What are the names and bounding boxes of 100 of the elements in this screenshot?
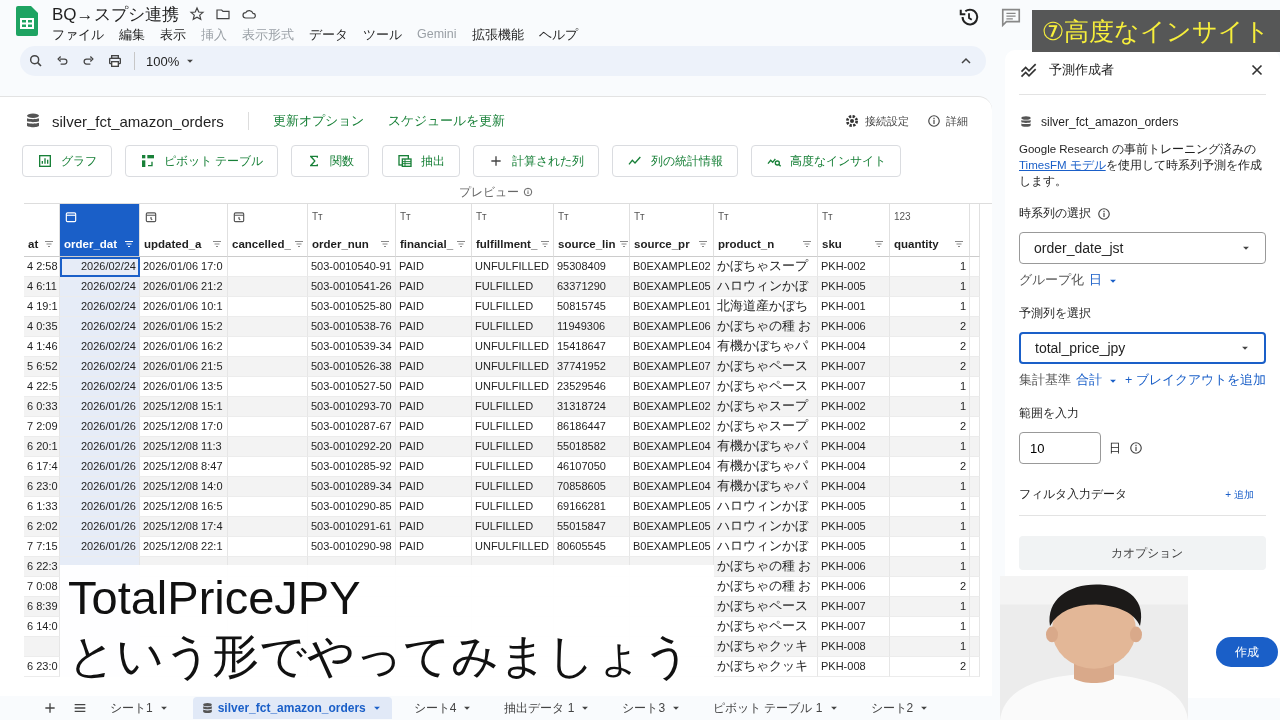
table-cell: FULFILLED bbox=[472, 517, 554, 537]
table-cell: 63371290 bbox=[554, 277, 630, 297]
star-icon bbox=[188, 6, 205, 22]
column-header[interactable]: Tт source_pr bbox=[630, 204, 714, 257]
type-label: Tт bbox=[400, 211, 411, 222]
filter-icon bbox=[455, 238, 468, 250]
table-icon bbox=[397, 153, 414, 169]
table-cell: 2026/02/24 bbox=[60, 317, 140, 337]
table-cell: PAID bbox=[396, 517, 472, 537]
connection-settings-link[interactable]: 接続設定 bbox=[865, 113, 909, 129]
refresh-link[interactable]: スケジュールを更新 bbox=[387, 112, 505, 130]
settings-icon bbox=[844, 113, 860, 129]
table-cell bbox=[970, 557, 980, 577]
table-cell: 2026/01/26 bbox=[60, 457, 140, 477]
table-cell: PKH-004 bbox=[818, 477, 890, 497]
dataset-name: silver_fct_amazon_orders bbox=[1041, 115, 1179, 129]
column-header[interactable]: 123 quantity bbox=[890, 204, 970, 257]
create-button[interactable]: 作成 bbox=[1215, 637, 1278, 667]
toolbar-button[interactable]: グラフ bbox=[22, 145, 112, 177]
zoom-select[interactable]: 100% bbox=[146, 53, 180, 69]
timesfm-link[interactable]: TimesFM モデル bbox=[1019, 159, 1106, 171]
field-label: 範囲を入力 bbox=[1019, 405, 1079, 422]
details-link[interactable]: 詳細 bbox=[946, 113, 968, 129]
table-cell: 2 bbox=[890, 317, 970, 337]
table-cell: FULFILLED bbox=[472, 437, 554, 457]
menu-item[interactable]: 拡張機能 bbox=[471, 27, 524, 44]
table-cell: 503-0010541-26 bbox=[308, 277, 396, 297]
table-cell: 2025/12/08 17:4 bbox=[140, 517, 228, 537]
unit-label: 日 bbox=[1109, 439, 1121, 457]
database-icon bbox=[24, 112, 42, 130]
menu-item[interactable]: 表示 bbox=[160, 27, 186, 44]
column-header[interactable]: Tт source_lin bbox=[554, 204, 630, 257]
add-filter-link[interactable]: + 追加 bbox=[1225, 487, 1254, 502]
sheet-tab[interactable]: シート4 bbox=[405, 697, 483, 719]
time-series-select[interactable]: order_date_jst bbox=[1019, 232, 1266, 264]
sheet-tab[interactable]: 抽出データ 1 bbox=[496, 697, 601, 719]
table-cell: 2026/01/06 21:2 bbox=[140, 277, 228, 297]
sheet-source-name: silver_fct_amazon_orders bbox=[52, 112, 224, 130]
aggregation-select[interactable]: 合計 bbox=[1076, 372, 1102, 389]
table-cell: PKH-006 bbox=[818, 557, 890, 577]
column-header[interactable]: cancelled_ bbox=[228, 204, 308, 257]
menu-item[interactable]: ヘルプ bbox=[538, 27, 578, 44]
info-icon bbox=[1097, 206, 1111, 221]
column-header[interactable]: Tт sku bbox=[818, 204, 890, 257]
type-label: Tт bbox=[718, 211, 729, 222]
sheet-tab[interactable]: シート2 bbox=[862, 697, 940, 719]
column-header[interactable]: Tт product_n bbox=[714, 204, 818, 257]
table-cell: 2026/02/24 bbox=[60, 297, 140, 317]
document-title[interactable]: BQ→スプシ連携 bbox=[52, 2, 179, 26]
table-cell bbox=[970, 477, 980, 497]
table-cell: PKH-006 bbox=[818, 317, 890, 337]
table-cell bbox=[970, 637, 980, 657]
calendar-clock-icon bbox=[232, 210, 246, 224]
menu-item[interactable]: 編集 bbox=[119, 27, 145, 44]
table-cell: PAID bbox=[396, 317, 472, 337]
range-input[interactable]: 10 bbox=[1019, 432, 1101, 464]
table-cell: かぼちゃペース bbox=[714, 597, 818, 617]
sheet-tab[interactable]: silver_fct_amazon_orders bbox=[192, 697, 392, 719]
toolbar-button[interactable]: 関数 bbox=[291, 145, 370, 177]
toolbar-button[interactable]: 列の統計情報 bbox=[612, 145, 739, 177]
menu-item[interactable]: データ bbox=[309, 27, 348, 44]
table-cell: B0EXAMPLE02 bbox=[630, 397, 714, 417]
add-breakout-link[interactable]: + ブレイクアウトを追加 bbox=[1125, 372, 1266, 389]
toolbar-button[interactable]: 高度なインサイト bbox=[751, 145, 902, 177]
forecast-column-select[interactable]: total_price_jpy bbox=[1019, 332, 1266, 364]
calendar-icon bbox=[64, 210, 78, 224]
table-cell: 2026/02/24 bbox=[60, 377, 140, 397]
panel-title: 予測作成者 bbox=[1049, 61, 1114, 79]
table-cell: PAID bbox=[396, 357, 472, 377]
table-cell: 2026/02/24 bbox=[60, 357, 140, 377]
field-label: 集計基準 bbox=[1019, 372, 1071, 389]
table-cell: 1 bbox=[890, 477, 970, 497]
table-cell: 2026/01/26 bbox=[60, 537, 140, 557]
refresh-link[interactable]: 更新オプション bbox=[272, 112, 364, 130]
menu-item[interactable]: ファイル bbox=[52, 27, 104, 44]
toolbar-button[interactable]: 計算された列 bbox=[473, 145, 600, 177]
sheets-logo[interactable] bbox=[16, 6, 38, 36]
toolbar-button[interactable]: 抽出 bbox=[382, 145, 461, 177]
table-cell: ハロウィンかぼ bbox=[714, 517, 818, 537]
column-header[interactable]: Tт order_nun bbox=[308, 204, 396, 257]
column-header[interactable]: Tт fulfillment_ bbox=[472, 204, 554, 257]
table-cell: PKH-002 bbox=[818, 397, 890, 417]
table-cell bbox=[970, 517, 980, 537]
table-cell: B0EXAMPLE04 bbox=[630, 437, 714, 457]
column-header[interactable]: Tт financial_ bbox=[396, 204, 472, 257]
options-section[interactable]: カオプション bbox=[1019, 536, 1266, 570]
field-label: 時系列の選択 bbox=[1019, 205, 1091, 222]
sheet-tab[interactable]: シート1 bbox=[102, 697, 179, 719]
chart-icon bbox=[37, 153, 53, 169]
column-header[interactable]: order_dat bbox=[60, 204, 140, 257]
grouping-select[interactable]: 日 bbox=[1089, 272, 1102, 289]
table-cell: B0EXAMPLE04 bbox=[630, 477, 714, 497]
sheet-tab[interactable]: シート3 bbox=[614, 697, 692, 719]
toolbar-button[interactable]: ピボット テーブル bbox=[125, 145, 279, 177]
column-header[interactable]: updated_a bbox=[140, 204, 228, 257]
sheet-tab[interactable]: ピボット テーブル 1 bbox=[705, 697, 849, 719]
table-cell: 503-0010538-76 bbox=[308, 317, 396, 337]
table-cell: 2025/12/08 11:3 bbox=[140, 437, 228, 457]
table-cell: PAID bbox=[396, 477, 472, 497]
menu-item[interactable]: ツール bbox=[363, 27, 402, 44]
